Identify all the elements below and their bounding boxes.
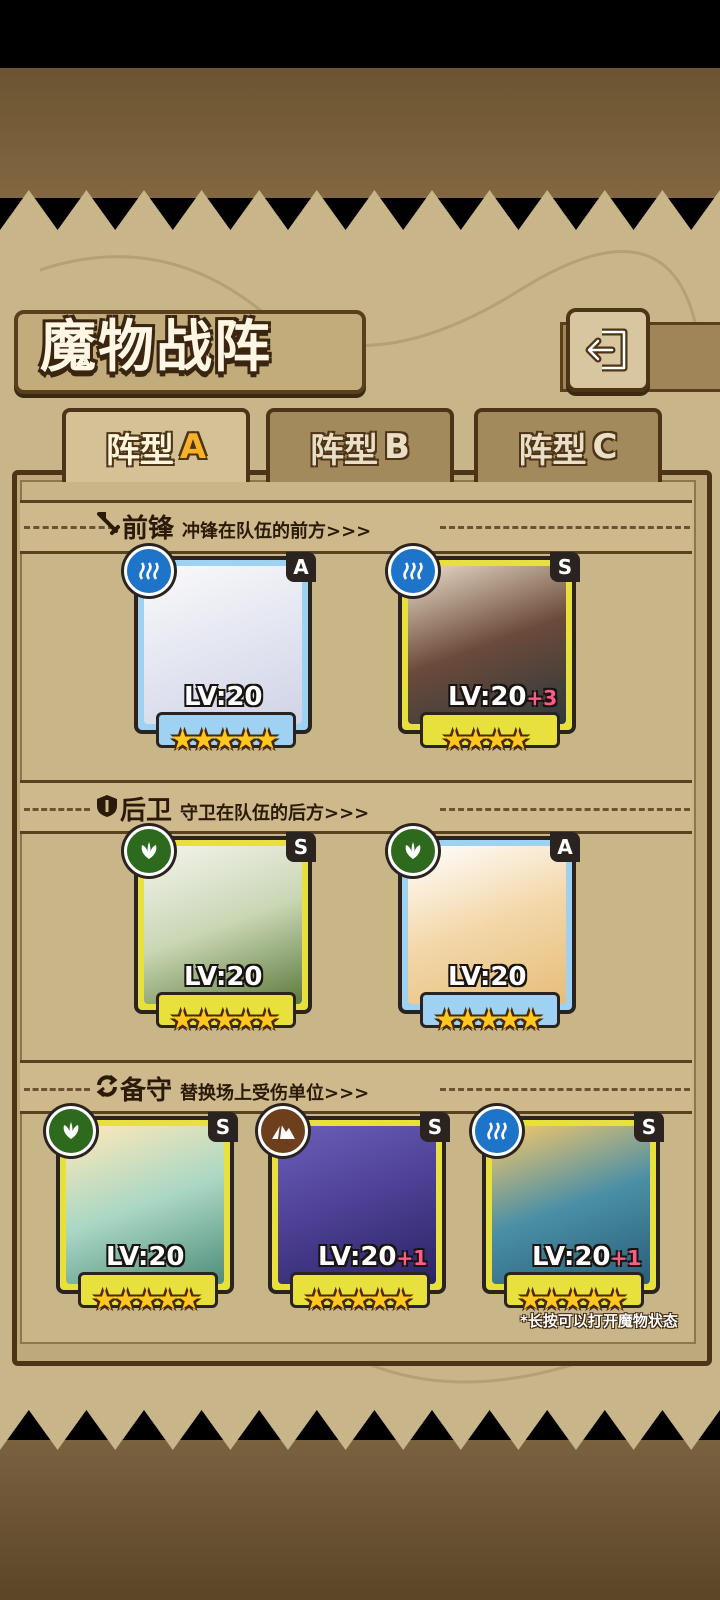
divider (440, 1088, 690, 1091)
leaf-element-icon (46, 1106, 96, 1156)
section-back-label: 后卫 守卫在队伍的后方>>> (94, 790, 369, 827)
tab-label: 阵型 (518, 430, 587, 471)
rank-badge: A (286, 552, 316, 582)
swap-icon (96, 1074, 118, 1098)
level-bonus: +1 (610, 1246, 642, 1270)
rank-badge: S (208, 1112, 238, 1142)
rank-badge: S (420, 1112, 450, 1142)
section-title: 前锋 (122, 514, 175, 544)
star-rating: ★★★★ (442, 723, 530, 756)
level-text: LV:20 (184, 962, 263, 992)
level-text: LV:20+1 (532, 1242, 641, 1272)
background-map-bottom (0, 1440, 720, 1600)
star-rating: ★★★★★ (170, 723, 279, 756)
level-value: LV:20 (448, 962, 527, 992)
section-front-label: 前锋 冲锋在队伍的前方>>> (96, 508, 371, 545)
monster-card-reserve-1[interactable]: S LV:20 ★★★★★ (46, 1106, 238, 1316)
level-text: LV:20 (106, 1242, 185, 1272)
monster-card-front-2[interactable]: S LV:20+3 ★★★★ (388, 546, 580, 756)
star-rating: ★★★★★ (170, 1003, 279, 1036)
level-value: LV:20 (318, 1242, 397, 1272)
divider (24, 808, 90, 811)
section-description: 替换场上受伤单位>>> (180, 1083, 370, 1104)
monster-card-front-1[interactable]: A LV:20 ★★★★★ (124, 546, 316, 756)
section-reserve-label: 备守 替换场上受伤单位>>> (94, 1070, 369, 1107)
return-arrow-icon (585, 328, 628, 372)
leaf-element-icon (388, 826, 438, 876)
water-element-icon (388, 546, 438, 596)
tab-label: 阵型 (310, 430, 379, 471)
section-description: 守卫在队伍的后方>>> (180, 803, 370, 824)
tab-formation-a[interactable]: 阵型 A (62, 408, 250, 482)
tab-formation-c[interactable]: 阵型 C (474, 408, 662, 482)
level-bonus: +1 (396, 1246, 428, 1270)
level-bonus: +3 (526, 686, 558, 710)
tab-formation-b[interactable]: 阵型 B (266, 408, 454, 482)
star-rating: ★★★★★ (304, 1283, 413, 1316)
divider (440, 808, 690, 811)
level-value: LV:20 (532, 1242, 611, 1272)
rank-badge: A (550, 832, 580, 862)
sword-icon (97, 512, 120, 535)
rank-badge: S (550, 552, 580, 582)
page-title: 魔物战阵 (40, 314, 272, 380)
level-value: LV:20 (448, 682, 527, 712)
shield-icon (97, 795, 117, 817)
status-bar (0, 0, 720, 68)
level-text: LV:20+3 (448, 682, 557, 712)
tab-suffix: C (592, 427, 618, 467)
back-button[interactable] (566, 308, 650, 392)
level-value: LV:20 (106, 1242, 185, 1272)
divider (440, 526, 690, 529)
star-rating: ★★★★★ (92, 1283, 201, 1316)
level-text: LV:20 (448, 962, 527, 992)
level-text: LV:20+1 (318, 1242, 427, 1272)
monster-card-reserve-2[interactable]: S LV:20+1 ★★★★★ (258, 1106, 450, 1316)
level-value: LV:20 (184, 682, 263, 712)
monster-card-reserve-3[interactable]: S LV:20+1 ★★★★★ (472, 1106, 664, 1316)
rank-badge: S (634, 1112, 664, 1142)
long-press-hint: *长按可以打开魔物状态 (520, 1312, 678, 1330)
section-description: 冲锋在队伍的前方>>> (182, 521, 372, 542)
divider (24, 1088, 90, 1091)
tab-suffix: A (179, 427, 207, 467)
leaf-element-icon (124, 826, 174, 876)
rank-badge: S (286, 832, 316, 862)
section-title: 后卫 (120, 796, 173, 826)
tab-label: 阵型 (105, 430, 174, 471)
water-element-icon (124, 546, 174, 596)
mountain-element-icon (258, 1106, 308, 1156)
water-element-icon (472, 1106, 522, 1156)
background-map-top (0, 68, 720, 198)
star-rating: ★★★★★ (434, 1003, 543, 1036)
level-value: LV:20 (184, 962, 263, 992)
section-title: 备守 (120, 1076, 173, 1106)
monster-card-back-2[interactable]: A LV:20 ★★★★★ (388, 826, 580, 1036)
monster-card-back-1[interactable]: S LV:20 ★★★★★ (124, 826, 316, 1036)
tab-suffix: B (384, 427, 410, 467)
level-text: LV:20 (184, 682, 263, 712)
